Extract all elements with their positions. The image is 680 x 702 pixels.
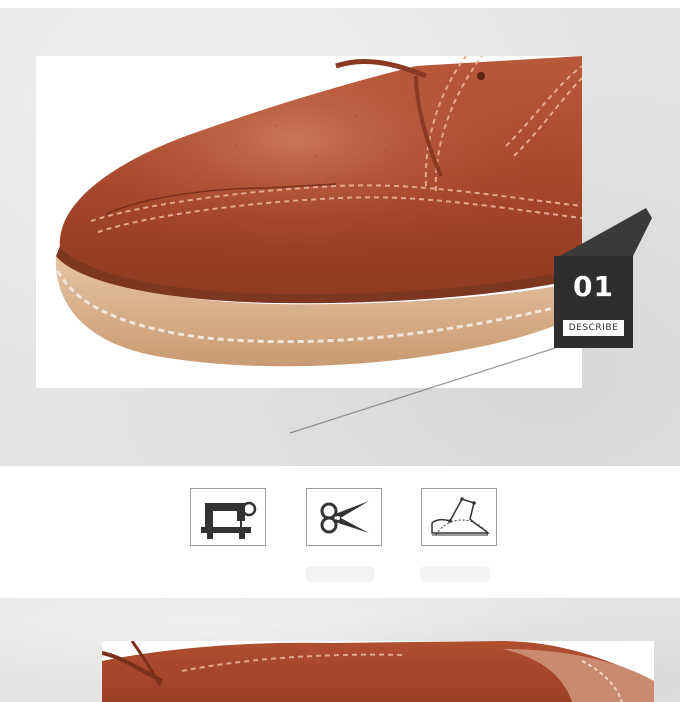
- product-detail-panel: 01 DESCRIBE: [0, 8, 680, 466]
- product-detail-panel-2: [0, 598, 680, 702]
- craft-icons-row: [0, 466, 680, 598]
- badge-number: 01: [573, 270, 614, 303]
- icon-reflection: [305, 566, 490, 582]
- badge-label: DESCRIBE: [563, 320, 624, 336]
- diagonal-accent: [289, 208, 652, 434]
- section-badge: 01 DESCRIBE: [554, 256, 633, 348]
- shoe-side-photo: [102, 641, 654, 702]
- shoe-side-image: [102, 641, 654, 702]
